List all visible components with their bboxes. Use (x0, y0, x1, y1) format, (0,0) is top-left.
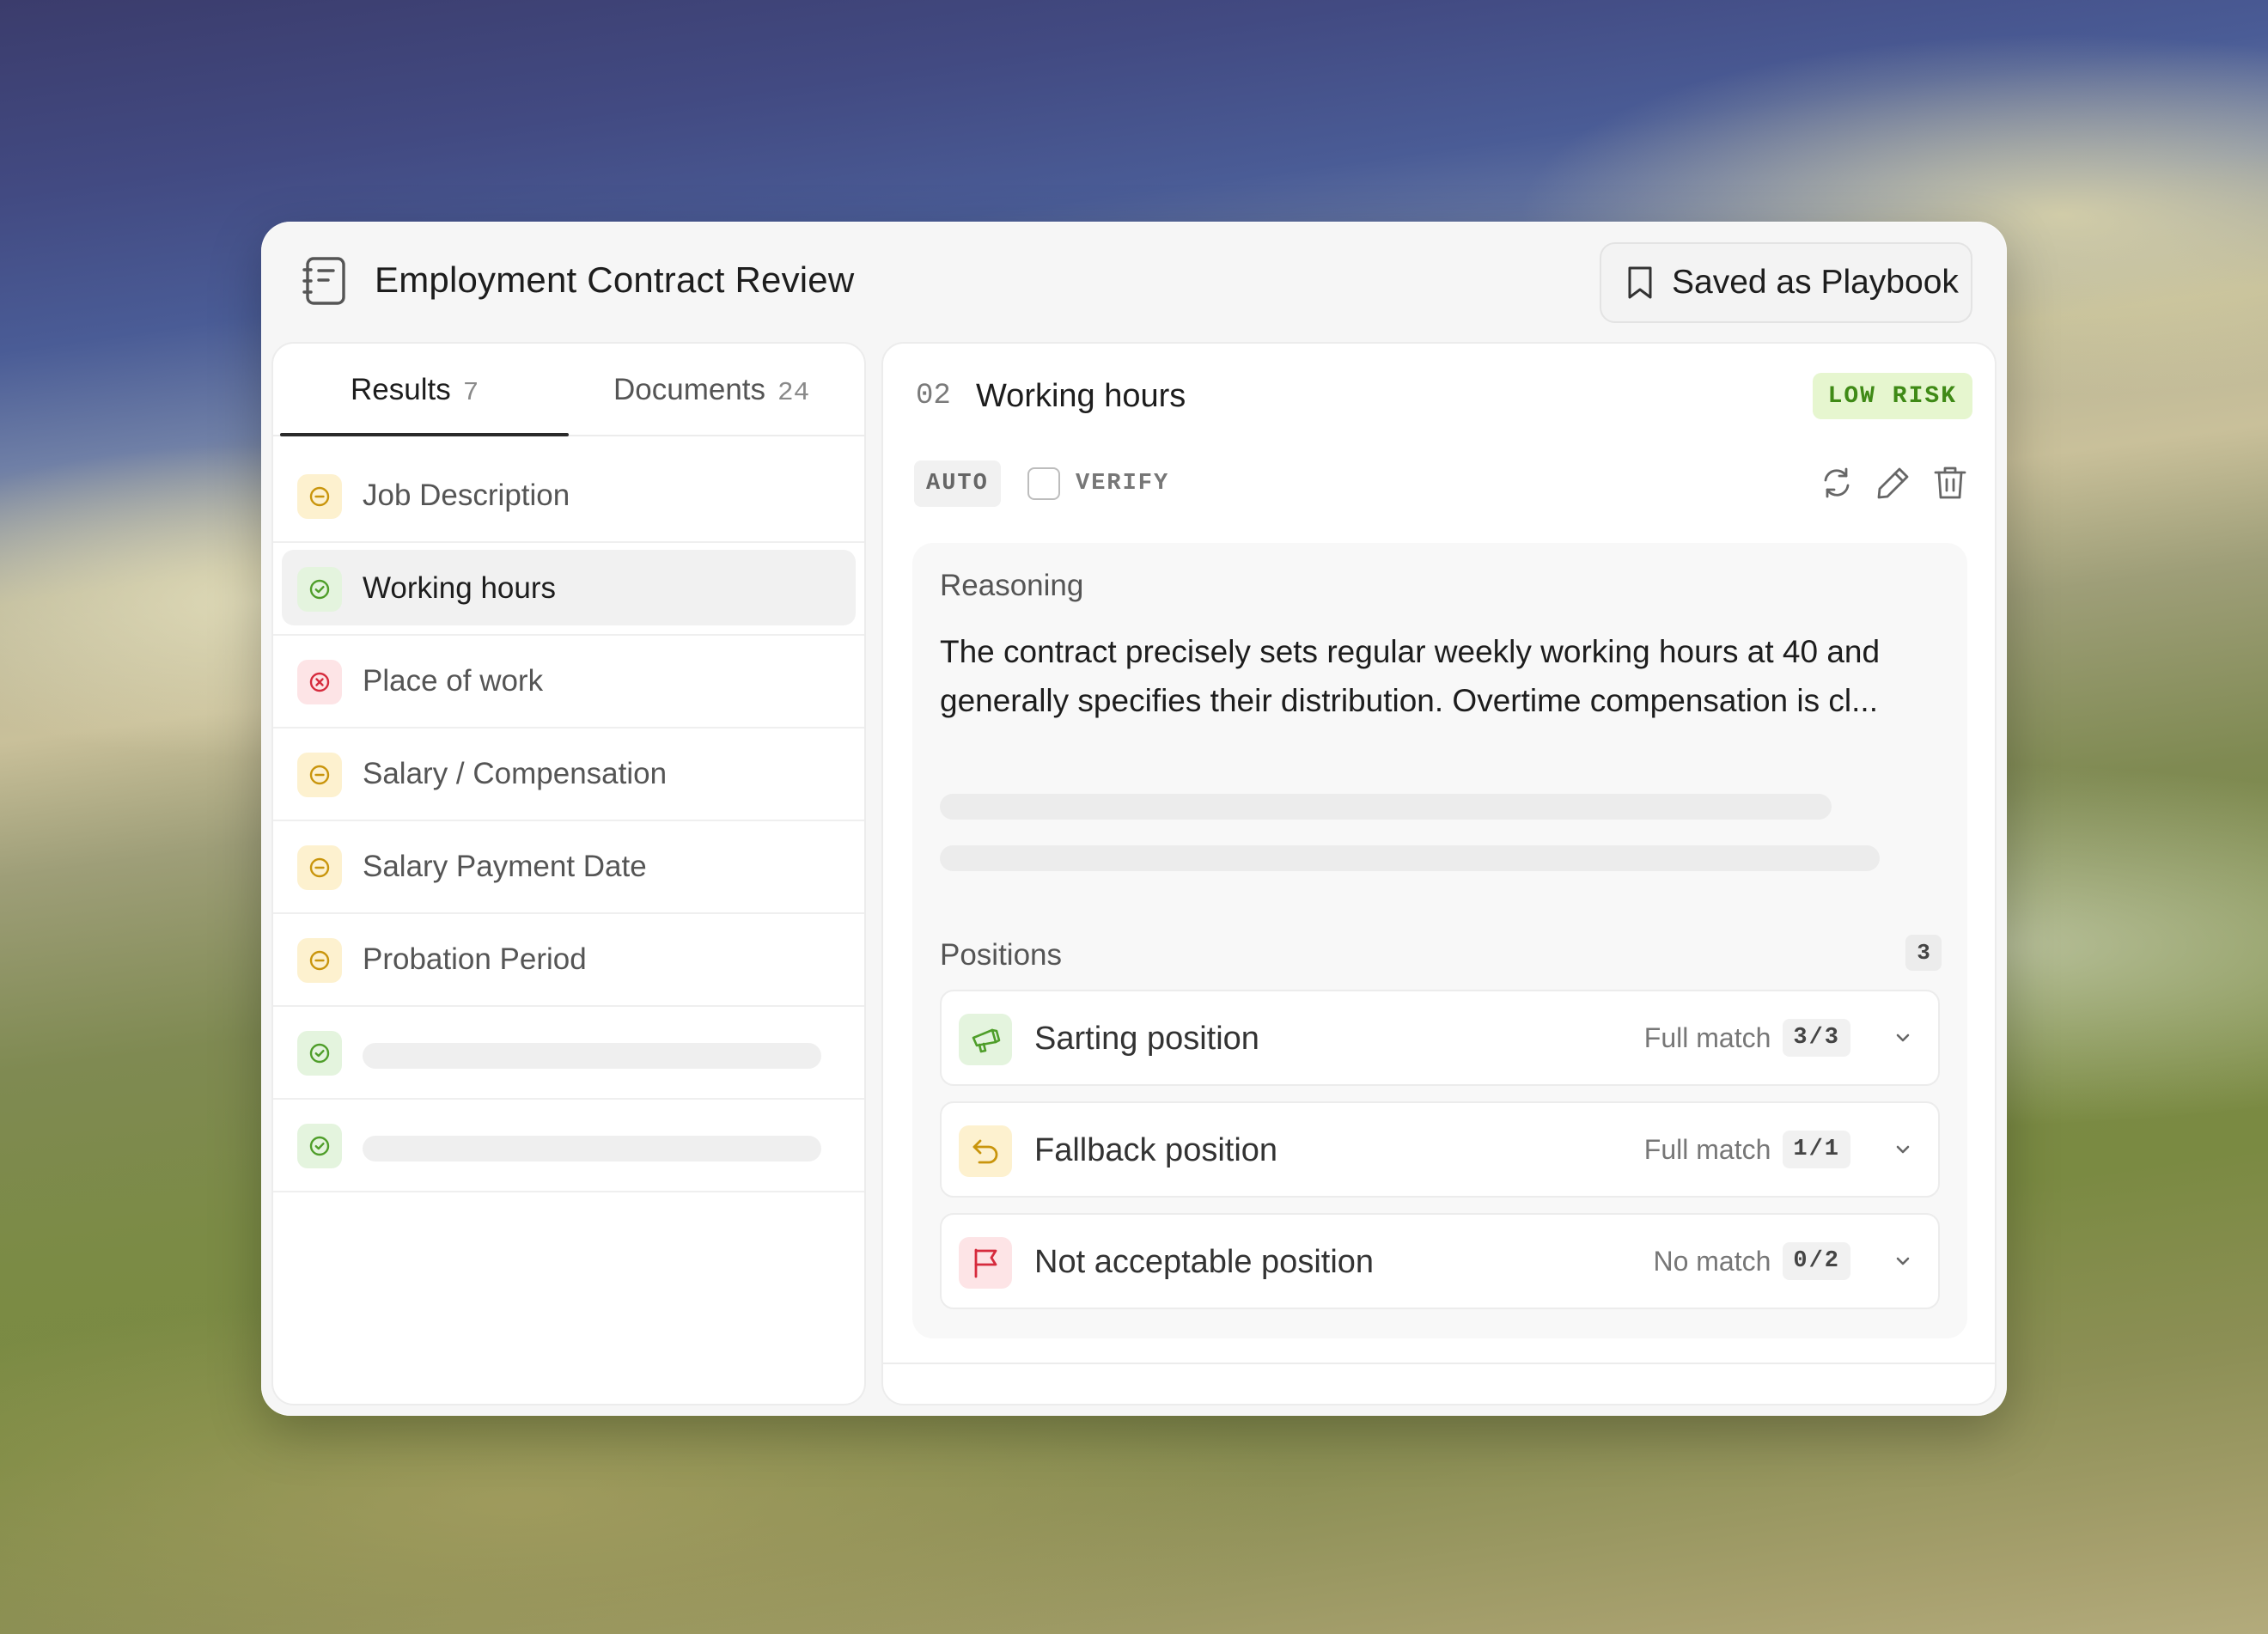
pencil-icon[interactable] (1875, 464, 1912, 502)
loading-skeleton (363, 1136, 821, 1161)
saved-as-playbook-button[interactable]: Saved as Playbook (1600, 242, 1972, 323)
position-match-info: Full match 3/3 (1644, 1019, 1917, 1057)
positions-heading: Positions (940, 938, 1063, 972)
refresh-icon[interactable] (1818, 464, 1856, 502)
notebook-icon (302, 256, 347, 306)
detail-number: 02 (916, 380, 951, 412)
check-circle-icon (297, 1124, 342, 1168)
loading-skeleton (363, 1043, 821, 1069)
auto-tag: AUTO (914, 460, 1001, 507)
results-list: Job Description Working hours Place of w… (273, 450, 864, 1192)
active-tab-indicator (280, 433, 569, 436)
loading-skeleton (940, 845, 1880, 871)
minus-circle-icon (297, 845, 342, 890)
position-match-info: Full match 1/1 (1644, 1131, 1917, 1168)
position-title: Fallback position (1034, 1132, 1278, 1168)
chevron-down-icon[interactable] (1888, 1247, 1917, 1276)
tab-results[interactable]: Results 7 (351, 373, 479, 408)
detail-panel: 02 Working hours LOW RISK AUTO VERIFY Re… (881, 342, 1997, 1405)
result-item-salary-compensation[interactable]: Salary / Compensation (273, 729, 864, 821)
position-match-label: Full match (1643, 1133, 1771, 1165)
chevron-down-icon[interactable] (1888, 1135, 1917, 1164)
result-item-label: Place of work (363, 664, 544, 698)
position-match-ratio: 3/3 (1783, 1019, 1850, 1057)
verify-checkbox[interactable] (1027, 467, 1060, 500)
results-panel: Results 7 Documents 24 Job Description Wor… (271, 342, 866, 1405)
tab-documents-label: Documents (613, 373, 766, 406)
bookmark-icon (1628, 266, 1652, 299)
result-item-placeholder[interactable] (273, 1100, 864, 1192)
position-match-ratio: 0/2 (1783, 1242, 1850, 1280)
minus-circle-icon (297, 474, 342, 519)
panel-divider (883, 1363, 1995, 1364)
reasoning-heading: Reasoning (940, 569, 1084, 602)
position-title: Sarting position (1034, 1021, 1259, 1057)
result-item-label: Salary / Compensation (363, 757, 668, 790)
result-item-placeholder[interactable] (273, 1007, 864, 1100)
position-match-info: No match 0/2 (1653, 1242, 1917, 1280)
result-item-label: Salary Payment Date (363, 850, 647, 883)
title-bar: Employment Contract Review Saved as Play… (261, 222, 2007, 342)
tab-bar: Results 7 Documents 24 (273, 344, 864, 436)
megaphone-icon (959, 1014, 1012, 1065)
contract-review-window: Employment Contract Review Saved as Play… (261, 222, 2007, 1416)
flag-icon (959, 1237, 1012, 1289)
reasoning-card: Reasoning The contract precisely sets re… (912, 543, 1967, 1338)
playbook-button-label: Saved as Playbook (1672, 264, 1959, 301)
check-circle-icon (297, 1031, 342, 1076)
risk-badge: LOW RISK (1812, 373, 1972, 419)
tab-documents-count: 24 (777, 378, 810, 408)
tab-documents[interactable]: Documents 24 (613, 373, 809, 408)
loading-skeleton (940, 794, 1832, 820)
page-title: Employment Contract Review (375, 259, 855, 300)
result-item-label: Working hours (363, 571, 557, 605)
detail-title: Working hours (976, 378, 1186, 414)
position-match-label: Full match (1643, 1021, 1771, 1053)
result-item-job-description[interactable]: Job Description (273, 450, 864, 543)
positions-count: 3 (1905, 935, 1942, 971)
minus-circle-icon (297, 753, 342, 797)
check-circle-icon (297, 567, 342, 612)
chevron-down-icon[interactable] (1888, 1023, 1917, 1052)
result-item-working-hours[interactable]: Working hours (273, 543, 864, 636)
undo-arrow-icon (959, 1125, 1012, 1177)
result-item-label: Probation Period (363, 942, 587, 976)
position-card-not-acceptable[interactable]: Not acceptable position No match 0/2 (940, 1213, 1940, 1309)
result-item-place-of-work[interactable]: Place of work (273, 636, 864, 729)
position-card-fallback[interactable]: Fallback position Full match 1/1 (940, 1101, 1940, 1198)
result-item-label: Job Description (363, 479, 570, 512)
result-item-salary-payment-date[interactable]: Salary Payment Date (273, 821, 864, 914)
position-title: Not acceptable position (1034, 1244, 1375, 1280)
tab-results-label: Results (351, 373, 451, 406)
position-match-label: No match (1653, 1245, 1771, 1277)
tab-results-count: 7 (462, 378, 479, 408)
minus-circle-icon (297, 938, 342, 983)
position-match-ratio: 1/1 (1783, 1131, 1850, 1168)
result-item-probation-period[interactable]: Probation Period (273, 914, 864, 1007)
position-card-starting[interactable]: Sarting position Full match 3/3 (940, 990, 1940, 1086)
x-circle-icon (297, 660, 342, 704)
reasoning-text: The contract precisely sets regular week… (940, 634, 1881, 718)
trash-icon[interactable] (1931, 464, 1969, 502)
verify-label: VERIFY (1076, 471, 1170, 497)
